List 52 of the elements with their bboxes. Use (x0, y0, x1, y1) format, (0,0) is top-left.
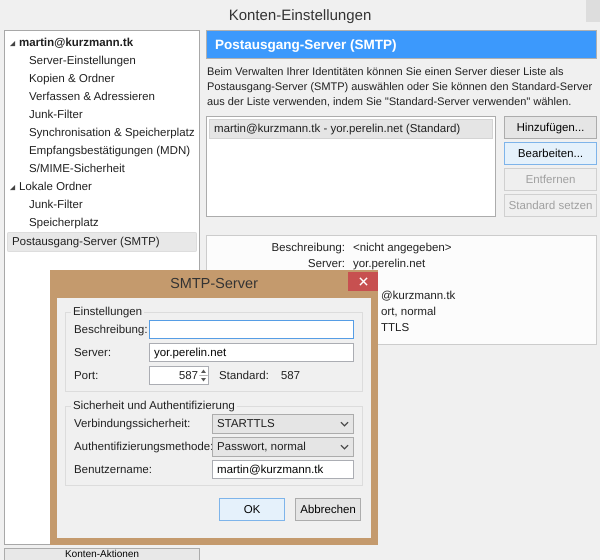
detail-label: Beschreibung: (270, 242, 346, 254)
tree-item[interactable]: martin@kurzmann.tk (7, 34, 197, 52)
detail-value: @kurzmann.tk (380, 290, 456, 302)
detail-value: <nicht angegeben> (353, 242, 452, 254)
server-list-item[interactable]: martin@kurzmann.tk - yor.perelin.net (Standard) (209, 119, 493, 139)
window-title: Konten-Einstellungen (228, 6, 372, 24)
spinner-arrows-icon[interactable] (199, 367, 208, 384)
field-label: Beschreibung: (74, 324, 149, 336)
dialog-button[interactable]: OK (219, 498, 285, 521)
group-title: Sicherheit und Authentifizierung (72, 400, 236, 412)
field-label: Authentifizierungsmethode: (74, 440, 212, 452)
username-field[interactable]: martin@kurzmann.tk (212, 460, 354, 479)
detail-value: yor.perelin.net (353, 258, 426, 270)
tree-item[interactable]: Speicherplatz (7, 214, 197, 232)
tree-item[interactable]: Empfangsbestätigungen (MDN) (7, 142, 197, 160)
dialog-button[interactable]: Abbrechen (295, 498, 361, 521)
tree-item[interactable]: Junk-Filter (7, 106, 197, 124)
port-field[interactable]: 587 (149, 366, 209, 385)
detail-value: TTLS (380, 322, 410, 334)
close-button[interactable] (348, 272, 378, 291)
field-label: Benutzername: (74, 464, 153, 476)
account-actions-button[interactable]: Konten-Aktionen (4, 548, 200, 560)
field-label: Verbindungssicherheit: (74, 418, 192, 430)
tree-item[interactable]: Lokale Ordner (7, 178, 197, 196)
connection-security-dropdown[interactable]: STARTTLS (212, 414, 354, 434)
expanded-icon[interactable] (9, 184, 16, 190)
description-text: Beim Verwalten Ihrer Identitäten können Sie einen Server dieser Liste als Postausgang-Server (SMTP) auswählen oder Sie können den Standard-Server aus der Liste verwenden, indem Sie "Standard-Server verwenden" wählen. (207, 65, 594, 110)
field-label: Port: (74, 370, 100, 382)
close-icon (358, 277, 368, 286)
panel-heading: Postausgang-Server (SMTP) (206, 30, 597, 59)
description-field[interactable] (149, 320, 354, 339)
panel-button[interactable]: Bearbeiten... (504, 142, 597, 165)
server-field[interactable]: yor.perelin.net (149, 343, 354, 362)
default-port-value: 587 (280, 370, 300, 382)
default-label: Standard: (219, 370, 269, 382)
tree-item[interactable]: Kopien & Ordner (7, 70, 197, 88)
detail-label: Server: (306, 258, 346, 270)
dialog-title: SMTP-Server (170, 276, 258, 292)
tree-item[interactable]: S/MIME-Sicherheit (7, 160, 197, 178)
field-label: Server: (74, 346, 112, 358)
group-title: Einstellungen (72, 306, 144, 318)
chevron-down-icon (340, 420, 349, 426)
tree-item[interactable]: Postausgang-Server (SMTP) (7, 232, 197, 252)
tree-item[interactable]: Verfassen & Adressieren (7, 88, 197, 106)
panel-button[interactable]: Hinzufügen... (504, 116, 597, 139)
chevron-down-icon (340, 444, 349, 450)
tree-item[interactable]: Server-Einstellungen (7, 52, 197, 70)
tree-item[interactable]: Synchronisation & Speicherplatz (7, 124, 197, 142)
auth-method-dropdown[interactable]: Passwort, normal (212, 436, 354, 456)
detail-value: ort, normal (380, 306, 436, 318)
tree-item[interactable]: Junk-Filter (7, 196, 197, 214)
expanded-icon[interactable] (9, 40, 16, 46)
